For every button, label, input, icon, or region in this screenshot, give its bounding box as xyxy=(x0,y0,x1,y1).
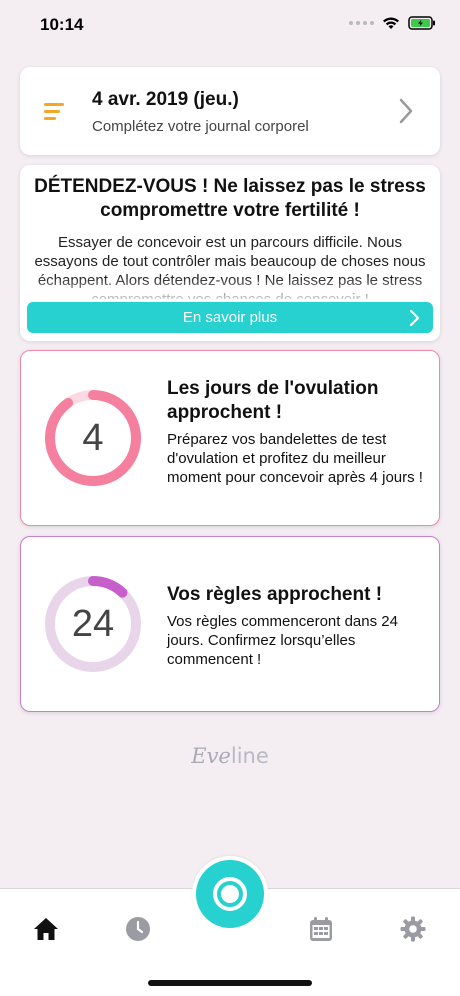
logo-light: line xyxy=(230,744,269,768)
journal-card[interactable]: 4 avr. 2019 (jeu.) Complétez votre journ… xyxy=(20,67,440,155)
period-title: Vos règles approchent ! xyxy=(167,584,383,605)
status-icons xyxy=(349,16,436,30)
tab-settings[interactable] xyxy=(393,909,433,949)
tab-calendar[interactable] xyxy=(301,909,341,949)
ovulation-text: Préparez vos bandelettes de test d'ovula… xyxy=(167,431,423,486)
record-icon xyxy=(213,877,247,911)
period-text: Vos règles commenceront dans 24 jours. C… xyxy=(167,613,398,668)
battery-icon xyxy=(408,16,435,30)
wifi-icon xyxy=(383,17,399,29)
learn-more-button[interactable]: En savoir plus xyxy=(27,302,433,333)
article-card: DÉTENDEZ-VOUS ! Ne laissez pas le stress… xyxy=(20,165,440,341)
chevron-right-icon xyxy=(409,309,420,327)
ovulation-days: 4 xyxy=(82,416,104,459)
status-bar: 10:14 xyxy=(0,0,460,52)
journal-subtitle: Complétez votre journal corporel xyxy=(92,118,309,135)
eveline-logo: Eveline xyxy=(0,744,460,768)
menu-icon xyxy=(44,103,64,124)
period-days: 24 xyxy=(71,602,115,645)
ovulation-title: Les jours de l'ovulation approchent ! xyxy=(167,378,379,423)
record-button[interactable] xyxy=(192,856,268,932)
calendar-icon xyxy=(310,917,332,941)
tab-history[interactable] xyxy=(118,909,158,949)
home-icon xyxy=(34,918,58,940)
signal-icon xyxy=(349,21,374,25)
logo-bold: Eve xyxy=(191,744,231,768)
home-indicator xyxy=(148,980,312,986)
article-title: DÉTENDEZ-VOUS ! Ne laissez pas le stress… xyxy=(34,176,426,221)
record-button-inner xyxy=(196,860,264,928)
status-time: 10:14 xyxy=(40,15,84,34)
gear-icon xyxy=(400,916,426,942)
article-fade xyxy=(20,277,440,303)
ovulation-card[interactable]: 4 Les jours de l'ovulation approchent ! … xyxy=(20,350,440,526)
tab-home[interactable] xyxy=(26,909,66,949)
learn-more-label: En savoir plus xyxy=(182,309,278,326)
period-card[interactable]: 24 Vos règles approchent ! Vos règles co… xyxy=(20,536,440,712)
chevron-right-icon[interactable] xyxy=(398,97,414,125)
clock-icon xyxy=(126,917,150,941)
journal-date: 4 avr. 2019 (jeu.) xyxy=(92,89,239,110)
